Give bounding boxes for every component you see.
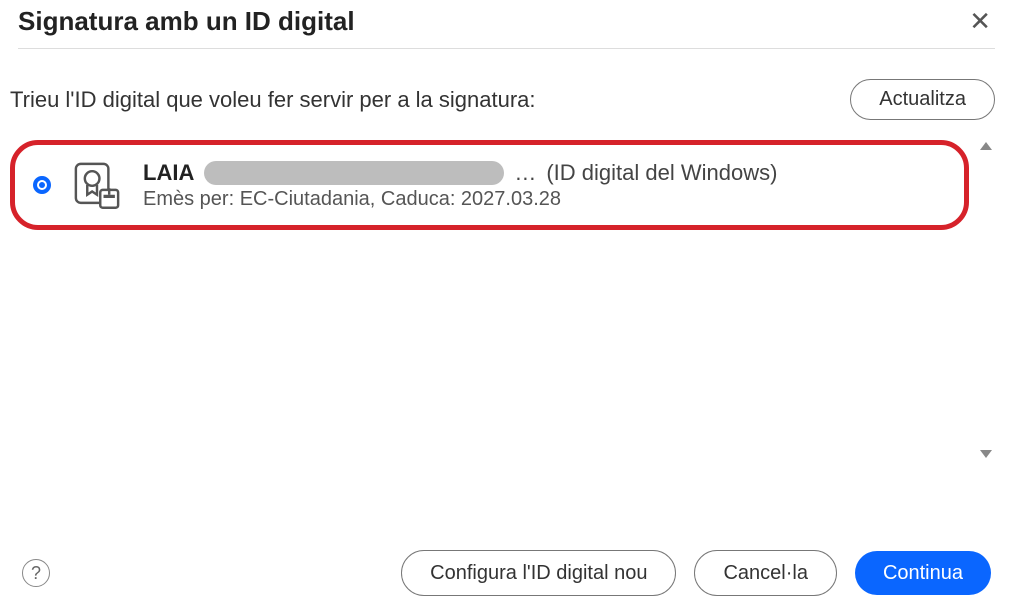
continue-button[interactable]: Continua: [855, 551, 991, 595]
redacted-name: [204, 161, 504, 185]
scrollbar[interactable]: [977, 140, 995, 460]
radio-selected-icon[interactable]: [33, 176, 51, 194]
ellipsis: …: [514, 160, 536, 186]
dialog-header: Signatura amb un ID digital ✕: [0, 0, 1013, 48]
instruction-text: Trieu l'ID digital que voleu fer servir …: [10, 87, 536, 113]
help-icon[interactable]: ?: [22, 559, 50, 587]
refresh-button[interactable]: Actualitza: [850, 79, 995, 120]
certificate-line1: LAIA … (ID digital del Windows): [143, 160, 944, 186]
dialog-title: Signatura amb un ID digital: [18, 6, 355, 37]
certificate-icon: [71, 159, 123, 211]
certificate-list: LAIA … (ID digital del Windows) Emès per…: [10, 140, 995, 460]
cancel-button[interactable]: Cancel·la: [694, 550, 836, 596]
certificate-text: LAIA … (ID digital del Windows) Emès per…: [143, 160, 944, 211]
scroll-down-icon[interactable]: [980, 450, 992, 458]
dialog-footer: ? Configura l'ID digital nou Cancel·la C…: [0, 534, 1013, 614]
certificate-option[interactable]: LAIA … (ID digital del Windows) Emès per…: [10, 140, 969, 230]
scroll-up-icon[interactable]: [980, 142, 992, 150]
instruction-row: Trieu l'ID digital que voleu fer servir …: [0, 49, 1013, 126]
close-icon[interactable]: ✕: [965, 4, 995, 38]
certificate-name: LAIA: [143, 160, 194, 186]
certificate-source: (ID digital del Windows): [546, 160, 777, 186]
configure-button[interactable]: Configura l'ID digital nou: [401, 550, 676, 596]
certificate-details: Emès per: EC-Ciutadania, Caduca: 2027.03…: [143, 188, 944, 211]
sign-dialog: Signatura amb un ID digital ✕ Trieu l'ID…: [0, 0, 1013, 614]
